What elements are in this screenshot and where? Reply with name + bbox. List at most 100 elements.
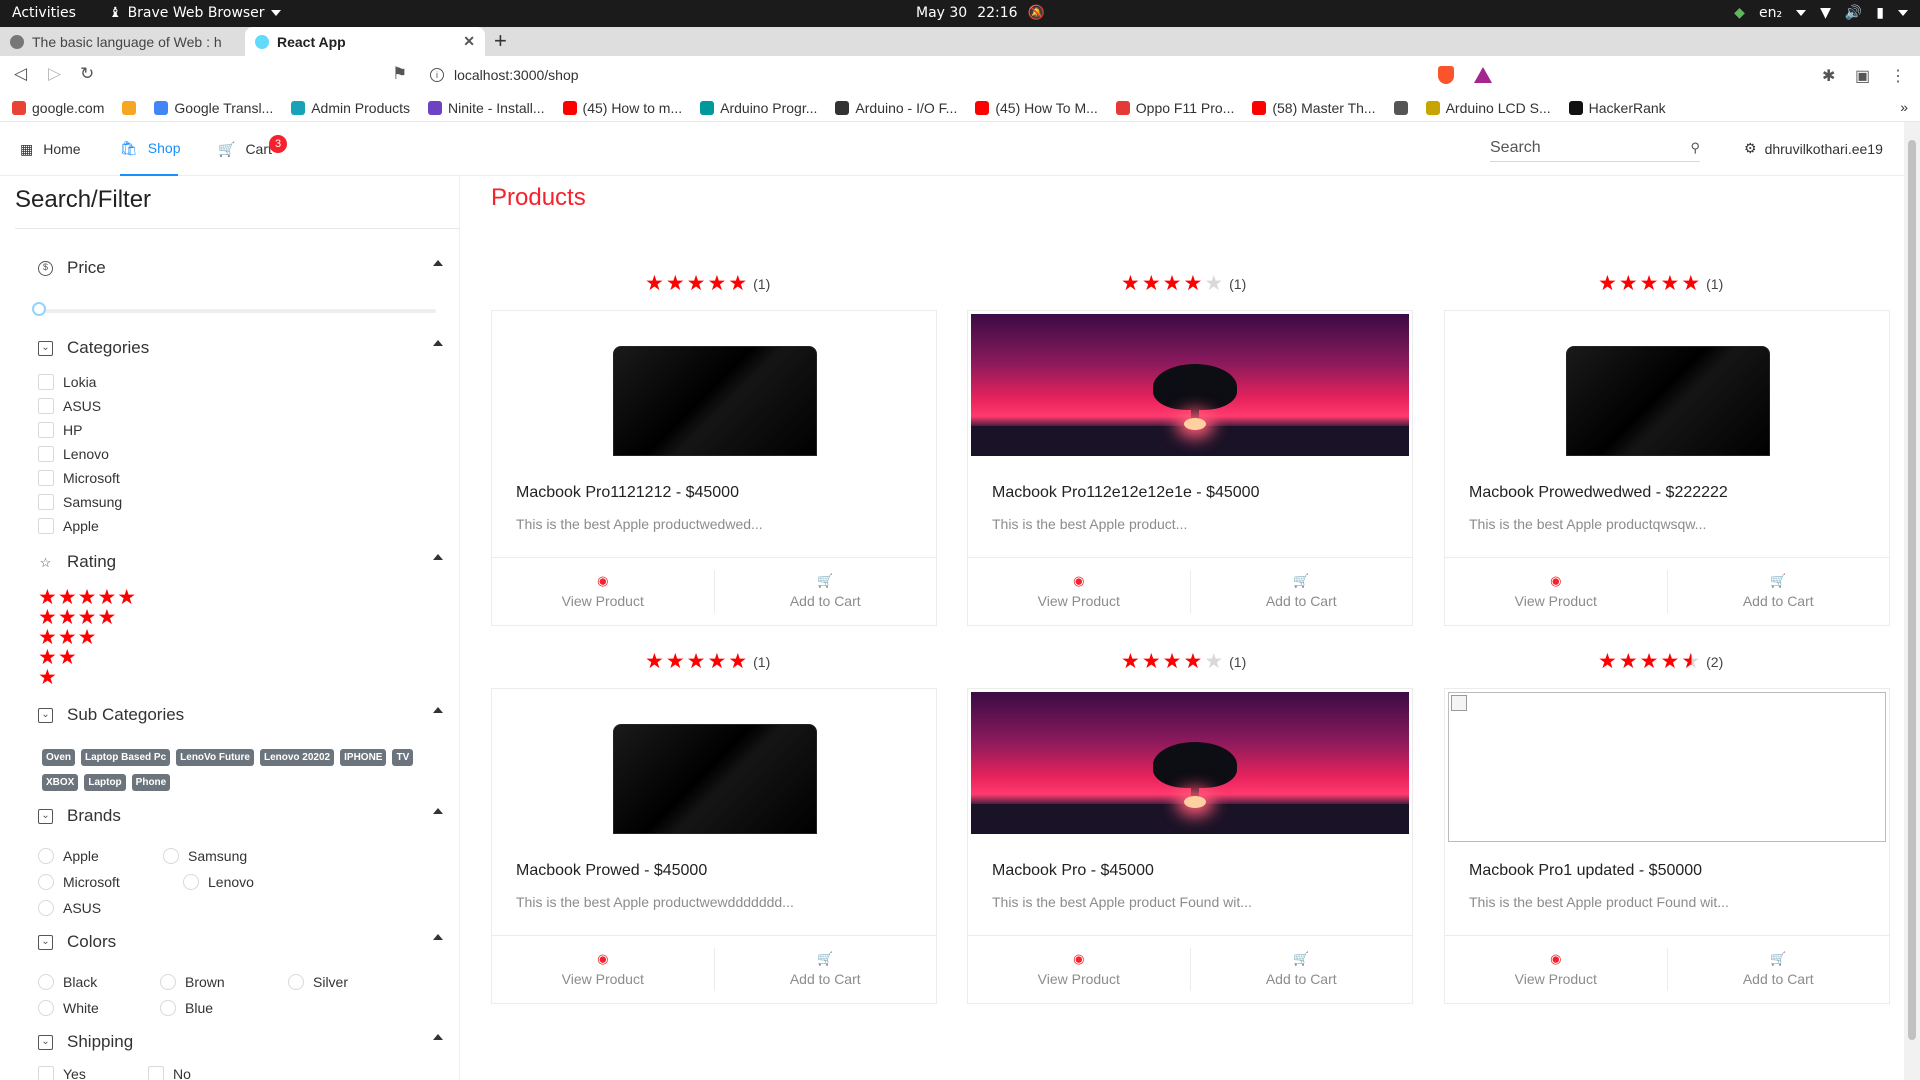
nav-cart[interactable]: 🛒 Cart 3 xyxy=(218,122,287,176)
checkbox-box[interactable] xyxy=(38,446,54,462)
bookmark-item[interactable]: Google Transl... xyxy=(154,100,273,116)
close-icon[interactable]: ✕ xyxy=(463,33,475,50)
clock[interactable]: May 30 22:16 🔕 xyxy=(916,5,1045,21)
radio-dot[interactable] xyxy=(288,974,304,990)
rating-filter-row[interactable]: ★★★ xyxy=(38,627,97,648)
extensions-icon[interactable]: ✱ xyxy=(1822,66,1835,86)
checkbox-box[interactable] xyxy=(38,1066,54,1080)
search-input[interactable]: Search ⚲ xyxy=(1490,134,1700,162)
bookmark-icon[interactable]: ⚑ xyxy=(392,64,407,84)
sub-category-tag[interactable]: LenoVo Future xyxy=(176,749,254,766)
radio-dot[interactable] xyxy=(38,1000,54,1016)
product-image[interactable] xyxy=(971,314,1409,456)
wallet-icon[interactable]: ▣ xyxy=(1855,66,1870,86)
view-product-button[interactable]: ◉ View Product xyxy=(968,558,1190,625)
product-image[interactable] xyxy=(495,314,933,456)
checkbox-box[interactable] xyxy=(38,374,54,390)
rating-filter-row[interactable]: ★★★★★ xyxy=(38,587,137,608)
reload-icon[interactable]: ↻ xyxy=(80,64,94,84)
bookmark-item[interactable]: Ninite - Install... xyxy=(428,100,545,116)
product-image[interactable] xyxy=(971,692,1409,834)
new-tab-button[interactable]: + xyxy=(494,28,507,54)
bookmark-item[interactable]: google.com xyxy=(12,100,104,116)
sub-category-tag[interactable]: XBOX xyxy=(42,774,79,791)
user-menu[interactable]: ⚙ dhruvilkothari.ee19 xyxy=(1744,140,1883,157)
url-field[interactable]: i localhost:3000/shop xyxy=(418,61,1518,89)
site-info-icon[interactable]: i xyxy=(430,68,444,82)
category-checkbox[interactable]: Samsung xyxy=(38,494,122,510)
radio-dot[interactable] xyxy=(160,1000,176,1016)
bookmark-item[interactable]: Arduino - I/O F... xyxy=(835,100,957,116)
price-slider-handle[interactable] xyxy=(32,302,46,316)
radio-dot[interactable] xyxy=(160,974,176,990)
back-icon[interactable]: ◁ xyxy=(14,64,27,84)
checkbox-box[interactable] xyxy=(148,1066,164,1080)
sub-category-tag[interactable]: Oven xyxy=(42,749,76,766)
brand-radio[interactable]: Samsung xyxy=(163,848,247,864)
section-sub-categories[interactable]: ⌄ Sub Categories xyxy=(38,703,443,727)
nav-home[interactable]: ▦ Home xyxy=(20,122,81,176)
radio-dot[interactable] xyxy=(183,874,199,890)
app-menu[interactable]: ♝ Brave Web Browser xyxy=(109,5,281,21)
bookmark-item[interactable]: (58) Master Th... xyxy=(1252,100,1376,116)
tab-html[interactable]: The basic language of Web : h xyxy=(0,27,245,56)
radio-dot[interactable] xyxy=(38,974,54,990)
bookmark-item[interactable]: (45) How to m... xyxy=(562,100,682,116)
brave-rewards-icon[interactable] xyxy=(1474,67,1492,83)
view-product-button[interactable]: ◉ View Product xyxy=(1445,558,1667,625)
sub-category-tag[interactable]: TV xyxy=(392,749,414,766)
bookmark-item[interactable]: Arduino Progr... xyxy=(700,100,817,116)
sub-category-tag[interactable]: IPHONE xyxy=(340,749,387,766)
add-to-cart-button[interactable]: 🛒 Add to Cart xyxy=(1666,570,1890,613)
nav-shop[interactable]: 🛍 Shop xyxy=(120,122,180,176)
color-radio[interactable]: Silver xyxy=(288,974,348,990)
checkbox-box[interactable] xyxy=(38,518,54,534)
category-checkbox[interactable]: Apple xyxy=(38,518,99,534)
color-radio[interactable]: Brown xyxy=(160,974,225,990)
add-to-cart-button[interactable]: 🛒 Add to Cart xyxy=(1666,948,1890,991)
add-to-cart-button[interactable]: 🛒 Add to Cart xyxy=(1189,570,1413,613)
product-image[interactable] xyxy=(1448,692,1886,842)
forward-icon[interactable]: ▷ xyxy=(48,64,61,84)
checkbox-box[interactable] xyxy=(38,398,54,414)
add-to-cart-button[interactable]: 🛒 Add to Cart xyxy=(713,948,937,991)
bookmark-item[interactable]: (45) How To M... xyxy=(975,100,1098,116)
checkbox-box[interactable] xyxy=(38,494,54,510)
sub-category-tag[interactable]: Phone xyxy=(131,774,171,791)
color-radio[interactable]: Black xyxy=(38,974,97,990)
rating-filter-row[interactable]: ★★ xyxy=(38,647,78,668)
price-slider-track[interactable] xyxy=(38,309,436,313)
shipping-checkbox[interactable]: Yes xyxy=(38,1066,86,1080)
color-radio[interactable]: White xyxy=(38,1000,99,1016)
activities-button[interactable]: Activities xyxy=(12,5,76,21)
bookmark-item[interactable]: HackerRank xyxy=(1568,100,1666,116)
section-categories[interactable]: ⌄ Categories xyxy=(38,336,443,360)
view-product-button[interactable]: ◉ View Product xyxy=(492,558,714,625)
system-tray[interactable]: ◆ en₂ ▼ 🔊 ▮ xyxy=(1734,5,1908,21)
radio-dot[interactable] xyxy=(163,848,179,864)
color-radio[interactable]: Blue xyxy=(160,1000,213,1016)
section-rating[interactable]: ☆ Rating xyxy=(38,550,443,574)
radio-dot[interactable] xyxy=(38,874,54,890)
radio-dot[interactable] xyxy=(38,900,54,916)
page-scrollbar[interactable] xyxy=(1904,122,1920,1080)
bookmark-item[interactable] xyxy=(122,100,137,115)
more-bookmarks-icon[interactable]: » xyxy=(1900,99,1908,115)
rating-filter-row[interactable]: ★★★★ xyxy=(38,607,117,628)
brand-radio[interactable]: Microsoft xyxy=(38,874,120,890)
scrollbar-thumb[interactable] xyxy=(1908,140,1916,1040)
language-indicator[interactable]: en₂ xyxy=(1759,5,1782,21)
sub-category-tag[interactable]: Lenovo 20202 xyxy=(259,749,335,766)
menu-icon[interactable]: ⋮ xyxy=(1890,66,1906,86)
add-to-cart-button[interactable]: 🛒 Add to Cart xyxy=(1189,948,1413,991)
shipping-checkbox[interactable]: No xyxy=(148,1066,191,1080)
brand-radio[interactable]: ASUS xyxy=(38,900,101,916)
category-checkbox[interactable]: Lenovo xyxy=(38,446,109,462)
section-price[interactable]: $ Price xyxy=(38,256,443,280)
view-product-button[interactable]: ◉ View Product xyxy=(492,936,714,1003)
radio-dot[interactable] xyxy=(38,848,54,864)
rating-filter-row[interactable]: ★ xyxy=(38,667,58,688)
category-checkbox[interactable]: Microsoft xyxy=(38,470,120,486)
sub-category-tag[interactable]: Laptop Based Pc xyxy=(81,749,171,766)
bookmark-item[interactable]: Admin Products xyxy=(291,100,410,116)
